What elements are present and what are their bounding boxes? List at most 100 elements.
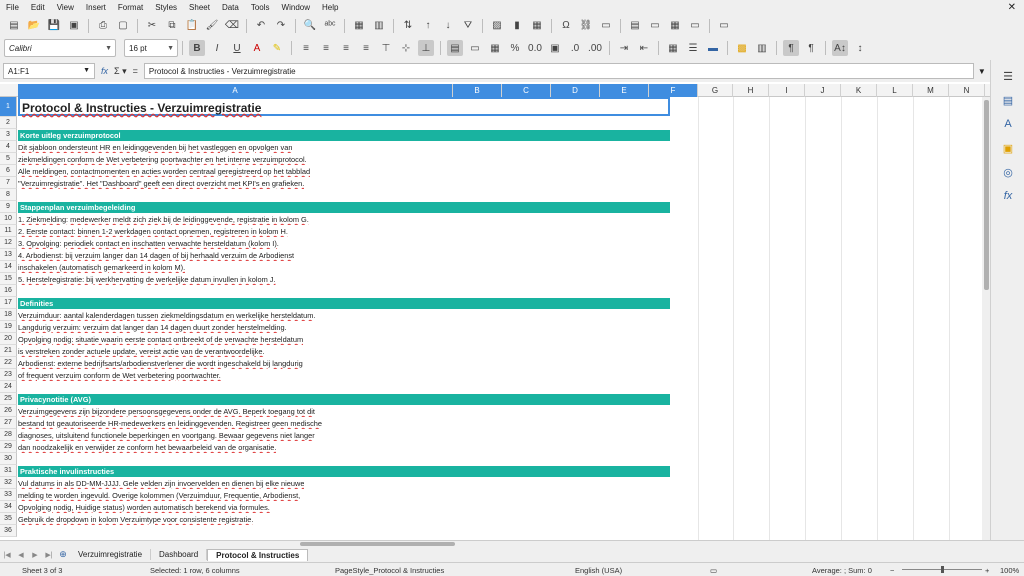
sheet-tab-0[interactable]: Verzuimregistratie	[70, 549, 152, 560]
hyperlink-icon[interactable]: ⛓	[578, 18, 594, 34]
section-header-cell[interactable]: Definities	[18, 298, 670, 309]
menu-file[interactable]: File	[0, 3, 25, 12]
row-header-21[interactable]: 21	[0, 345, 17, 357]
freeze-icon[interactable]: ▦	[667, 18, 683, 34]
row-header-36[interactable]: 36	[0, 525, 17, 537]
menu-window[interactable]: Window	[276, 3, 316, 12]
column-header-i[interactable]: I	[769, 84, 805, 97]
cut-icon[interactable]: ✂	[144, 18, 160, 34]
text-cell[interactable]: is verstreken zonder actuele update, ver…	[18, 346, 265, 357]
row-header-34[interactable]: 34	[0, 501, 17, 513]
language[interactable]: English (USA)	[575, 566, 622, 575]
row-header-28[interactable]: 28	[0, 429, 17, 441]
comment-icon[interactable]: ▭	[598, 18, 614, 34]
text-cell[interactable]: of frequent verzuim conform de Wet verbe…	[18, 370, 221, 381]
row-header-4[interactable]: 4	[0, 141, 17, 153]
find-icon[interactable]: 🔍	[302, 18, 318, 34]
new-icon[interactable]: ▤	[6, 18, 22, 34]
sort-icon[interactable]: ⇅	[400, 18, 416, 34]
column-header-c[interactable]: C	[502, 84, 551, 97]
row-header-27[interactable]: 27	[0, 417, 17, 429]
text-direction-icon[interactable]: ↕	[852, 40, 868, 56]
borders-icon[interactable]: ▦	[665, 40, 681, 56]
menu-sheet[interactable]: Sheet	[183, 3, 216, 12]
row-header-5[interactable]: 5	[0, 153, 17, 165]
menu-view[interactable]: View	[51, 3, 80, 12]
print-preview-icon[interactable]: ▢	[115, 18, 131, 34]
row-header-22[interactable]: 22	[0, 357, 17, 369]
sheet-tab-2[interactable]: Protocol & Instructies	[207, 548, 309, 561]
define-print-area-icon[interactable]: ▭	[647, 18, 663, 34]
print-icon[interactable]: ⎙	[95, 18, 111, 34]
row-header-12[interactable]: 12	[0, 237, 17, 249]
text-cell[interactable]: 5. Herstelregistratie: bij werkhervattin…	[18, 274, 276, 285]
navigator-icon[interactable]: ◎	[1001, 166, 1015, 180]
gallery-icon[interactable]: ▣	[1001, 142, 1015, 156]
prev-sheet-icon[interactable]: ◀	[14, 551, 28, 559]
row-header-18[interactable]: 18	[0, 309, 17, 321]
row-header-9[interactable]: 9	[0, 201, 17, 213]
text-cell[interactable]: Opvolging nodig, Huidige status) worden …	[18, 502, 270, 513]
merge-cells-icon[interactable]: ▭	[467, 40, 483, 56]
clone-icon[interactable]: 🖌	[204, 18, 220, 34]
menu-insert[interactable]: Insert	[80, 3, 112, 12]
text-cell[interactable]: ziekmeldingen conform de Wet verbetering…	[18, 154, 307, 165]
column-header-a[interactable]: A	[18, 84, 453, 97]
function-wizard-icon[interactable]: fx	[101, 66, 108, 76]
column-header-m[interactable]: M	[913, 84, 949, 97]
currency-icon[interactable]: ▦	[487, 40, 503, 56]
pivot-icon[interactable]: ▦	[529, 18, 545, 34]
menu-format[interactable]: Format	[112, 3, 149, 12]
text-cell[interactable]: Arbodienst: externe bedrijfsarts/arbodie…	[18, 358, 303, 369]
next-sheet-icon[interactable]: ▶	[28, 551, 42, 559]
text-cell[interactable]: Opvolging nodig: situatie waarin eerste …	[18, 334, 303, 345]
font-name-select[interactable]: Calibri ▼	[4, 39, 116, 57]
add-sheet-icon[interactable]: ⊕	[56, 549, 70, 560]
open-icon[interactable]: 📂	[26, 18, 42, 34]
row-header-2[interactable]: 2	[0, 117, 17, 129]
section-header-cell[interactable]: Privacynotitie (AVG)	[18, 394, 670, 405]
row-header-31[interactable]: 31	[0, 465, 17, 477]
spelling-icon[interactable]: ᵃᵇᶜ	[322, 18, 338, 34]
row-header-8[interactable]: 8	[0, 189, 17, 201]
column-header-k[interactable]: K	[841, 84, 877, 97]
column-icon[interactable]: ▥	[371, 18, 387, 34]
text-cell[interactable]: Vul datums in als DD-MM-JJJJ. Gele velde…	[18, 478, 304, 489]
vertical-scroll-thumb[interactable]	[984, 100, 989, 290]
split-icon[interactable]: ▭	[687, 18, 703, 34]
row-header-6[interactable]: 6	[0, 165, 17, 177]
section-header-cell[interactable]: Praktische invulinstructies	[18, 466, 670, 477]
sum-icon[interactable]: Σ ▾	[114, 66, 127, 77]
row-header-13[interactable]: 13	[0, 249, 17, 261]
row-header-20[interactable]: 20	[0, 333, 17, 345]
row-header-7[interactable]: 7	[0, 177, 17, 189]
zoom-level[interactable]: 100%	[1000, 566, 1019, 575]
zoom-slider-knob[interactable]	[941, 566, 944, 573]
highlight-icon[interactable]: ✎	[269, 40, 285, 56]
first-sheet-icon[interactable]: |◀	[0, 551, 14, 559]
text-cell[interactable]: 1. Ziekmelding: medewerker meldt zich zi…	[18, 214, 309, 225]
text-cell[interactable]: Dit sjabloon ondersteunt HR en leidingge…	[18, 142, 292, 153]
redo-icon[interactable]: ↷	[273, 18, 289, 34]
sort-desc-icon[interactable]: ↓	[440, 18, 456, 34]
text-cell[interactable]: dan noodzakelijk en verwijder ze conform…	[18, 442, 276, 453]
selection-mode-icon[interactable]: ▭	[710, 566, 717, 575]
text-cell[interactable]: "Verzuimregistratie". Het "Dashboard" ge…	[18, 178, 304, 189]
font-color-icon[interactable]: A	[249, 40, 265, 56]
vertical-text-icon[interactable]: A↕	[832, 40, 848, 56]
rtl-icon[interactable]: ¶	[803, 40, 819, 56]
paste-icon[interactable]: 📋	[184, 18, 200, 34]
align-top-icon[interactable]: ⊤	[378, 40, 394, 56]
conditional-format-icon[interactable]: ▥	[754, 40, 770, 56]
italic-icon[interactable]: I	[209, 40, 225, 56]
increase-indent-icon[interactable]: ⇥	[616, 40, 632, 56]
align-left-icon[interactable]: ≡	[298, 40, 314, 56]
undo-icon[interactable]: ↶	[253, 18, 269, 34]
bold-icon[interactable]: B	[189, 40, 205, 56]
row-header-19[interactable]: 19	[0, 321, 17, 333]
font-size-select[interactable]: 16 pt ▼	[124, 39, 178, 57]
percent-icon[interactable]: %	[507, 40, 523, 56]
justify-icon[interactable]: ≡	[358, 40, 374, 56]
sort-asc-icon[interactable]: ↑	[420, 18, 436, 34]
export-pdf-icon[interactable]: ▣	[66, 18, 82, 34]
